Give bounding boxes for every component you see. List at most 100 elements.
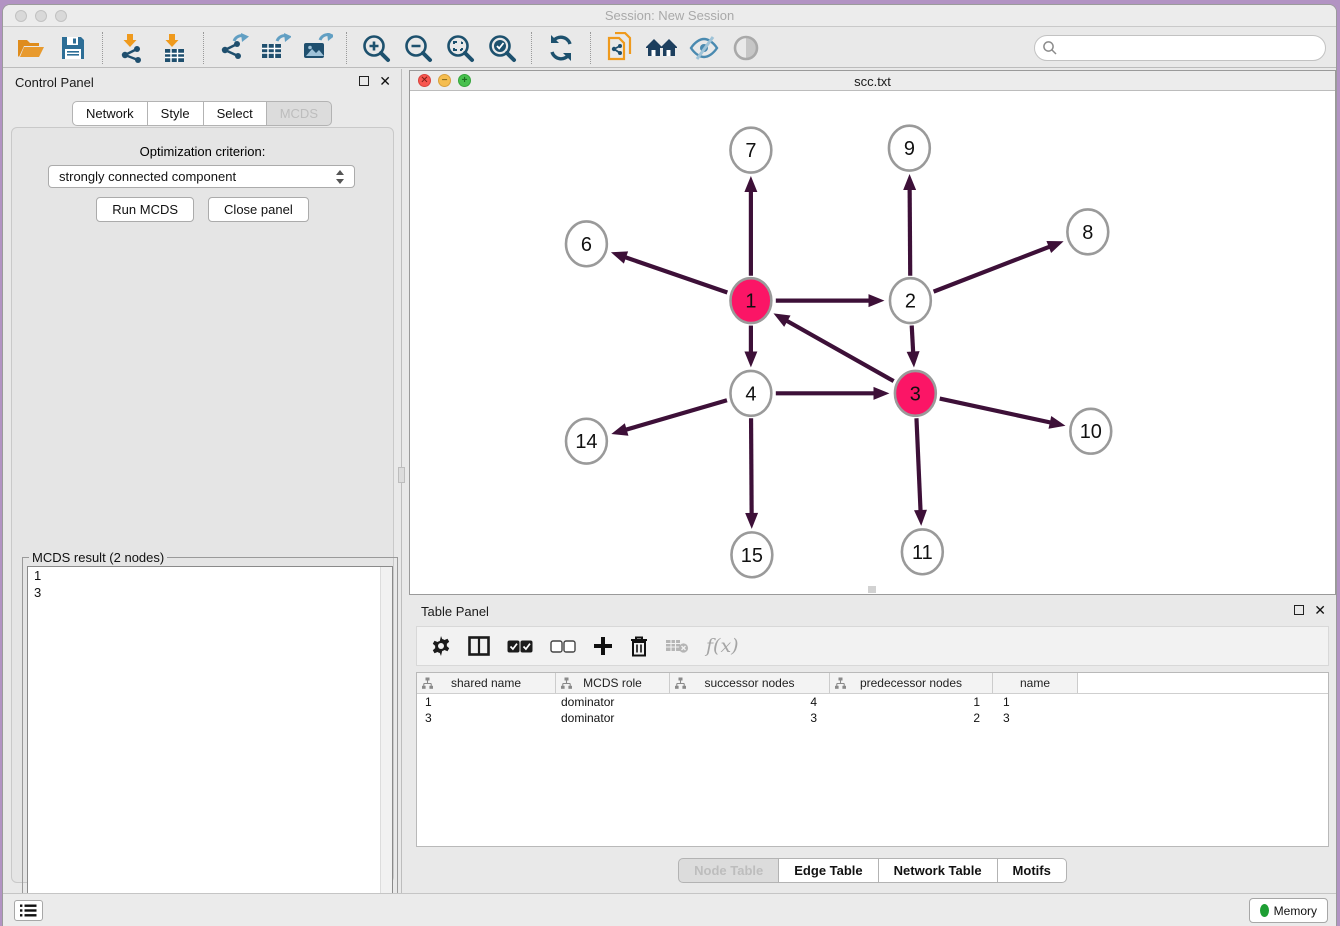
tab-mcds[interactable]: MCDS xyxy=(267,101,332,126)
close-panel-button[interactable]: Close panel xyxy=(208,197,309,222)
optimization-criterion-select[interactable]: strongly connected component xyxy=(48,165,355,188)
column-header-label: shared name xyxy=(451,676,521,690)
column-header-predecessor-nodes[interactable]: predecessor nodes xyxy=(830,673,993,693)
settings-gear-icon[interactable] xyxy=(431,636,451,656)
apply-function-icon: f(x) xyxy=(706,635,739,657)
table-row[interactable]: 1dominator411 xyxy=(417,694,1328,710)
show-graphics-details-icon[interactable] xyxy=(728,31,764,65)
run-mcds-button[interactable]: Run MCDS xyxy=(96,197,194,222)
scrollbar-thumb[interactable] xyxy=(868,586,876,593)
table-cell[interactable]: 1 xyxy=(830,694,993,710)
close-panel-icon[interactable]: ✕ xyxy=(379,76,391,86)
column-header-shared-name[interactable]: shared name xyxy=(417,673,556,693)
network-graph[interactable]: 7968124314101511 xyxy=(410,91,1335,594)
edge-1-6[interactable] xyxy=(623,257,727,293)
edge-arrowhead xyxy=(611,251,628,263)
sort-hierarchy-icon[interactable] xyxy=(422,677,433,692)
column-header-successor-nodes[interactable]: successor nodes xyxy=(670,673,830,693)
open-session-icon[interactable] xyxy=(13,31,49,65)
table-row[interactable]: 3dominator323 xyxy=(417,710,1328,726)
search-input[interactable] xyxy=(1034,35,1326,61)
close-panel-icon[interactable]: ✕ xyxy=(1314,605,1326,615)
mcds-result-list[interactable]: 13 xyxy=(27,566,393,926)
table-cell[interactable]: 1 xyxy=(993,694,1078,710)
node-table[interactable]: shared name MCDS rolesuccessor nodesprede… xyxy=(416,672,1329,847)
edge-3-10[interactable] xyxy=(940,399,1053,423)
graph-node-label: 11 xyxy=(912,542,933,564)
table-cell[interactable]: dominator xyxy=(556,694,670,710)
import-table-icon[interactable] xyxy=(156,31,192,65)
splitter-handle[interactable] xyxy=(398,467,405,483)
add-row-icon[interactable] xyxy=(593,636,613,656)
edge-arrowhead xyxy=(907,351,920,367)
edge-3-11[interactable] xyxy=(916,418,920,513)
tab-style[interactable]: Style xyxy=(148,101,204,126)
table-panel: Table Panel ✕ xyxy=(409,598,1336,893)
table-cell[interactable]: 1 xyxy=(417,694,556,710)
mcds-tab-content: Optimization criterion: strongly connect… xyxy=(11,127,394,883)
float-panel-icon[interactable] xyxy=(1294,605,1304,615)
delete-row-icon[interactable] xyxy=(630,636,648,657)
hide-graphics-details-icon[interactable] xyxy=(686,31,722,65)
zoom-fit-icon[interactable] xyxy=(442,31,478,65)
optimization-criterion-label: Optimization criterion: xyxy=(12,144,393,159)
float-panel-icon[interactable] xyxy=(359,76,369,86)
zoom-in-icon[interactable] xyxy=(358,31,394,65)
network-canvas[interactable]: 7968124314101511 xyxy=(410,91,1335,594)
export-network-icon[interactable] xyxy=(215,31,251,65)
zoom-selected-icon[interactable] xyxy=(484,31,520,65)
refresh-view-icon[interactable] xyxy=(543,31,579,65)
export-image-icon[interactable] xyxy=(299,31,335,65)
tab-motifs[interactable]: Motifs xyxy=(998,858,1067,883)
edge-3-1[interactable] xyxy=(785,320,894,381)
table-cell[interactable]: dominator xyxy=(556,710,670,726)
edge-arrowhead xyxy=(744,351,757,367)
task-history-button[interactable] xyxy=(14,900,43,921)
column-header-MCDS-role[interactable]: MCDS role xyxy=(556,673,670,693)
column-header-name[interactable]: name xyxy=(993,673,1078,693)
tab-network[interactable]: Network xyxy=(72,101,148,126)
deselect-all-rows-icon[interactable] xyxy=(550,640,576,653)
edge-2-3[interactable] xyxy=(912,326,914,355)
edge-4-15[interactable] xyxy=(751,418,752,516)
graph-node-label: 3 xyxy=(910,383,921,405)
memory-label: Memory xyxy=(1274,904,1317,918)
toolbar-separator xyxy=(102,32,103,64)
table-panel-tabs: Node TableEdge TableNetwork TableMotifs xyxy=(409,858,1336,883)
scrollbar-track[interactable] xyxy=(380,567,392,926)
table-cell[interactable]: 3 xyxy=(417,710,556,726)
column-layout-icon[interactable] xyxy=(468,636,490,656)
table-panel-title: Table Panel xyxy=(421,604,489,619)
select-all-rows-icon[interactable] xyxy=(507,640,533,653)
table-cell[interactable]: 3 xyxy=(670,710,830,726)
sort-hierarchy-icon[interactable] xyxy=(675,677,686,692)
graph-node-label: 6 xyxy=(581,234,592,256)
tab-select[interactable]: Select xyxy=(204,101,267,126)
toolbar-separator xyxy=(590,32,591,64)
sort-hierarchy-icon[interactable] xyxy=(835,677,846,692)
graph-node-label: 1 xyxy=(745,291,756,313)
network-from-file-icon[interactable] xyxy=(602,31,638,65)
home-layout-icon[interactable] xyxy=(644,31,680,65)
edge-arrowhead xyxy=(1049,416,1066,429)
tab-network-table[interactable]: Network Table xyxy=(879,858,998,883)
edge-4-14[interactable] xyxy=(624,400,727,430)
save-session-icon[interactable] xyxy=(55,31,91,65)
memory-button[interactable]: Memory xyxy=(1249,898,1328,923)
graph-node-label: 2 xyxy=(905,291,916,313)
table-cell[interactable]: 3 xyxy=(993,710,1078,726)
tab-node-table[interactable]: Node Table xyxy=(678,858,779,883)
import-network-icon[interactable] xyxy=(114,31,150,65)
sort-hierarchy-icon[interactable] xyxy=(561,677,572,692)
table-cell[interactable]: 4 xyxy=(670,694,830,710)
export-table-icon[interactable] xyxy=(257,31,293,65)
edge-2-8[interactable] xyxy=(934,246,1052,292)
zoom-out-icon[interactable] xyxy=(400,31,436,65)
search-box xyxy=(1034,35,1326,61)
table-toolbar: f(x) xyxy=(416,626,1329,666)
edge-2-9[interactable] xyxy=(910,187,911,276)
control-panel-title: Control Panel xyxy=(15,75,94,90)
select-stepper-icon xyxy=(334,169,346,185)
table-cell[interactable]: 2 xyxy=(830,710,993,726)
tab-edge-table[interactable]: Edge Table xyxy=(779,858,878,883)
